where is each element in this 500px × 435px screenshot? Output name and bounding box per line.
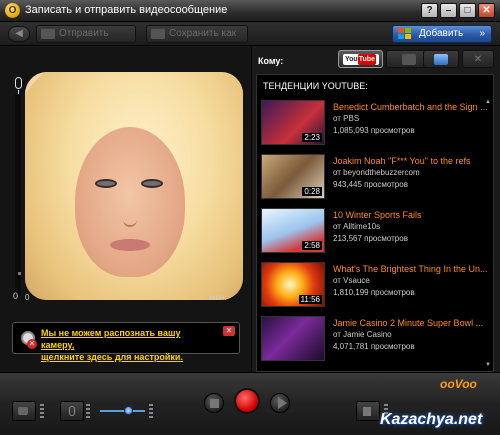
camera-icon (18, 407, 28, 415)
youtube-service-button[interactable]: YouTube (338, 50, 383, 68)
notice-line-1: Мы не можем распознать вашу камеру, (41, 328, 181, 350)
camera-toggle-button[interactable] (12, 401, 36, 421)
video-item[interactable]: 2:23 Benedict Cumberbatch and the Sign .… (261, 100, 493, 150)
microphone-icon (69, 406, 75, 416)
help-button[interactable]: ? (421, 3, 438, 18)
video-image-eye (141, 179, 163, 188)
video-item[interactable]: 11:56 What's The Brightest Thing In the … (261, 262, 493, 312)
email-service-button[interactable] (423, 50, 459, 68)
title-bar: O Записать и отправить видеосообщение ? … (0, 0, 500, 22)
youtube-logo-icon: YouTube (343, 54, 379, 65)
volume-slider-knob[interactable] (123, 406, 133, 415)
close-notice-icon[interactable]: ✕ (223, 326, 235, 336)
video-views: 943,445 просмотров (333, 180, 408, 189)
video-views: 1,085,093 просмотров (333, 126, 415, 135)
add-button[interactable]: Добавить » (392, 25, 492, 43)
video-duration: 2:58 (302, 241, 322, 250)
video-item[interactable]: 0:28 Joakim Noah "F*** You" to the refs … (261, 154, 493, 204)
mic-level-bars (86, 404, 90, 418)
video-views: 1,810,199 просмотров (333, 288, 415, 297)
stop-icon (210, 399, 219, 408)
video-item[interactable]: Jamie Casino 2 Minute Super Bowl ... от … (261, 316, 493, 366)
notice-line-2: щелкните здесь для настройки. (41, 352, 183, 362)
volume-level-bars (149, 404, 153, 418)
camera-level-bars (40, 404, 44, 418)
webcam-error-icon: ✕ (19, 329, 37, 349)
add-label: Добавить (419, 28, 464, 39)
video-image-face (75, 127, 185, 277)
remove-service-button[interactable]: ✕ (462, 50, 494, 68)
oovoo-logo: ooVoo (440, 377, 477, 391)
save-icon (151, 29, 165, 39)
email-icon (434, 54, 448, 65)
control-bar: ooVoo Kazachya.net (0, 372, 500, 435)
video-title[interactable]: What's The Brightest Thing In the Un... (333, 264, 493, 274)
maximize-button[interactable]: □ (459, 3, 476, 18)
to-label: Кому: (258, 56, 284, 66)
send-label: Отправить (59, 28, 109, 39)
level-zero-label: 0 (13, 291, 19, 301)
video-item[interactable]: 2:58 10 Winter Sports Fails от Alltime10… (261, 208, 493, 258)
contact-icon (402, 54, 416, 65)
watermark-text: Kazachya.net (380, 411, 483, 428)
video-image-nose (123, 197, 137, 227)
trending-title: ТЕНДЕНЦИИ YOUTUBE: (263, 81, 368, 91)
speaker-button[interactable] (356, 401, 380, 421)
save-as-button[interactable]: Сохранить как (146, 25, 248, 43)
camera-notice[interactable]: ✕ Мы не можем распознать вашу камеру, ще… (12, 322, 240, 362)
audio-level-meter (15, 95, 21, 295)
video-author: от Jamie Casino (333, 330, 392, 339)
video-author: от beyondthebuzzercom (333, 168, 420, 177)
video-title[interactable]: Joakim Noah "F*** You" to the refs (333, 156, 493, 166)
video-duration: 2:23 (302, 133, 322, 142)
level-marker (18, 272, 21, 275)
back-button[interactable]: ◀ (8, 26, 30, 42)
record-button[interactable] (234, 388, 260, 414)
time-zero-label: 0 (25, 293, 30, 302)
video-author: от Alltime10s (333, 222, 381, 231)
double-chevron-icon: » (479, 28, 485, 39)
send-button[interactable]: Отправить (36, 25, 136, 43)
video-views: 213,567 просмотров (333, 234, 408, 243)
video-preview-panel: 0 0 мин. ✕ Мы не можем распознать вашу к… (0, 47, 252, 372)
play-button[interactable] (270, 393, 290, 413)
close-icon: ✕ (473, 54, 483, 65)
video-title[interactable]: Benedict Cumberbatch and the Sign ... (333, 102, 493, 112)
play-icon (278, 397, 287, 409)
recipients-panel: Кому: YouTube ✕ ТЕНДЕНЦИИ YOUTUBE: ▲ ▼ 2… (253, 47, 500, 372)
window-title: Записать и отправить видеосообщение (25, 4, 228, 16)
video-author: от Vsauce (333, 276, 370, 285)
video-thumbnail: 2:23 (261, 100, 325, 145)
video-title[interactable]: Jamie Casino 2 Minute Super Bowl ... (333, 318, 493, 328)
video-thumbnail: 2:58 (261, 208, 325, 253)
video-thumbnail (261, 316, 325, 361)
video-image-eye (95, 179, 117, 188)
send-icon (41, 29, 55, 39)
time-unit-label: мин. (210, 293, 227, 302)
minimize-button[interactable]: – (440, 3, 457, 18)
mic-toggle-button[interactable] (60, 401, 84, 421)
save-label: Сохранить как (169, 28, 237, 39)
camera-notice-link[interactable]: Мы не можем распознать вашу камеру, щелк… (41, 327, 211, 363)
toolbar: ◀ Отправить Сохранить как Добавить » (0, 22, 500, 46)
volume-slider-track[interactable] (100, 410, 145, 412)
video-views: 4,071,781 просмотров (333, 342, 415, 351)
video-image-lips (110, 239, 150, 251)
video-author: от PBS (333, 114, 360, 123)
speaker-icon (363, 407, 371, 416)
microphone-icon (15, 77, 22, 94)
webcam-video (25, 72, 243, 300)
windows-logo-icon (398, 28, 412, 40)
close-button[interactable]: ✕ (478, 3, 495, 18)
video-thumbnail: 11:56 (261, 262, 325, 307)
trending-list: ТЕНДЕНЦИИ YOUTUBE: ▲ ▼ 2:23 Benedict Cum… (256, 74, 494, 372)
video-duration: 11:56 (298, 295, 322, 304)
stop-button[interactable] (204, 393, 224, 413)
arrow-left-icon: ◀ (15, 28, 23, 39)
app-logo-icon: O (5, 3, 20, 18)
video-thumbnail: 0:28 (261, 154, 325, 199)
video-title[interactable]: 10 Winter Sports Fails (333, 210, 493, 220)
video-duration: 0:28 (302, 187, 322, 196)
